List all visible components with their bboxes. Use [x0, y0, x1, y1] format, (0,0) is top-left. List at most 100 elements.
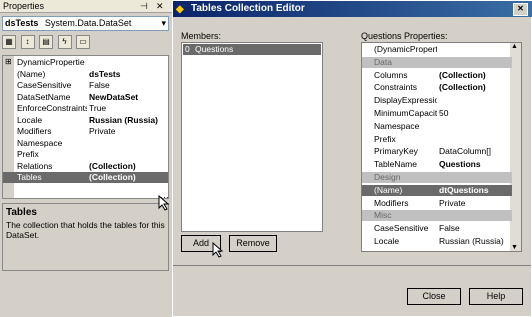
property-row[interactable]: Relations (Collection)	[3, 161, 168, 172]
property-value: 50	[439, 108, 449, 118]
property-name: Namespace	[17, 137, 63, 148]
separator	[173, 265, 531, 266]
description-text: The collection that holds the tables for…	[6, 220, 165, 240]
property-name: Columns	[374, 69, 408, 80]
members-label: Members:	[181, 31, 222, 41]
property-value: True	[89, 103, 107, 113]
property-name: Modifiers	[374, 197, 409, 208]
property-pages-icon[interactable]: ▭	[76, 35, 91, 49]
scroll-up-icon[interactable]: ▲	[511, 43, 518, 50]
close-icon[interactable]: ✕	[156, 0, 164, 13]
remove-button[interactable]: Remove	[229, 235, 277, 252]
property-value: dtQuestions	[439, 184, 489, 195]
list-item[interactable]: 0 Questions	[183, 44, 321, 55]
property-name: Relations	[17, 160, 53, 171]
properties-title: Properties	[3, 1, 45, 11]
property-name: (Name)	[374, 184, 403, 195]
property-row[interactable]: Prefix	[3, 149, 168, 160]
property-row[interactable]: Modifiers Private	[362, 198, 512, 209]
property-name: CaseSensitive	[17, 80, 72, 90]
property-row[interactable]: TableName Questions	[362, 159, 512, 170]
property-row[interactable]: CaseSensitive False	[3, 80, 168, 91]
help-button[interactable]: Help	[469, 288, 523, 305]
description-pane: Tables The collection that holds the tab…	[2, 203, 169, 271]
property-name: Modifiers	[17, 126, 52, 136]
property-name: EnforceConstraints	[17, 103, 87, 113]
property-row[interactable]: DisplayExpressio	[362, 95, 512, 106]
property-name: PrimaryKey	[374, 146, 418, 157]
property-name: Prefix	[374, 133, 396, 144]
property-value: Private	[89, 126, 116, 136]
category-label: Misc	[374, 210, 392, 221]
property-name: TableName	[374, 159, 417, 170]
property-row[interactable]: Tables (Collection)	[3, 172, 168, 183]
property-name: DisplayExpressio	[374, 95, 437, 106]
property-row[interactable]: Columns (Collection)	[362, 70, 512, 81]
property-row[interactable]: Locale Russian (Russia)	[3, 115, 168, 126]
property-row[interactable]: DynamicPropertie	[3, 57, 168, 68]
property-name: Tables	[17, 172, 42, 182]
property-name: CaseSensitive	[374, 223, 429, 234]
property-row[interactable]: Namespace	[3, 138, 168, 149]
property-grid: ⊞ DynamicPropertie (Name) dsTests CaseSensi…	[2, 55, 169, 199]
property-row[interactable]: CaseSensitive False	[362, 223, 512, 234]
close-button[interactable]: Close	[407, 288, 461, 305]
property-name: Locale	[17, 114, 43, 125]
questions-property-grid: ▲ ▼ (DynamicPropert Data Columns (Collectio…	[361, 42, 522, 252]
property-name: MinimumCapacity	[374, 108, 437, 118]
member-name: Questions	[195, 44, 234, 54]
dialog-title: Tables Collection Editor	[191, 3, 305, 14]
property-value: (Collection)	[89, 172, 136, 182]
property-name: (DynamicPropert	[374, 44, 437, 54]
property-value: NewDataSet	[89, 91, 139, 102]
property-row[interactable]: EnforceConstraints True	[3, 103, 168, 114]
category-label: Data	[374, 56, 392, 67]
category-row[interactable]: Data	[362, 56, 512, 68]
property-value: (Collection)	[439, 69, 486, 80]
property-row[interactable]: Prefix	[362, 134, 512, 145]
properties-icon[interactable]: ▤	[39, 35, 54, 49]
chevron-down-icon[interactable]: ▾	[161, 17, 166, 30]
property-value: Russian (Russia)	[89, 114, 158, 125]
members-list[interactable]: 0 Questions	[181, 42, 323, 232]
property-row[interactable]: (DynamicPropert	[362, 44, 512, 55]
properties-toolbar: ▦ ↕ ▤ ϟ ▭	[2, 35, 169, 52]
description-title: Tables	[6, 207, 37, 218]
alphabetical-icon[interactable]: ↕	[20, 35, 35, 49]
dialog-title-bar: ◆ Tables Collection Editor ✕	[173, 1, 532, 17]
mouse-cursor-icon	[158, 195, 170, 211]
property-row[interactable]: (Name) dsTests	[3, 69, 168, 80]
property-value: dsTests	[89, 68, 121, 79]
properties-title-bar: Properties ⊣ ✕	[0, 0, 172, 13]
property-row[interactable]: MinimumCapacity 50	[362, 108, 512, 119]
categorized-icon[interactable]: ▦	[2, 35, 16, 49]
object-type: System.Data.DataSet	[44, 18, 132, 28]
pin-icon[interactable]: ⊣	[140, 0, 148, 13]
property-row[interactable]: PrimaryKey DataColumn[]	[362, 146, 512, 157]
property-value: Russian (Russia)	[439, 236, 504, 246]
category-row[interactable]: Misc	[362, 210, 512, 222]
property-name: Locale	[374, 236, 400, 246]
properties-window: Properties ⊣ ✕ dsTests System.Data.DataS…	[0, 0, 172, 317]
property-row[interactable]: Namespace	[362, 121, 512, 132]
object-selector[interactable]: dsTests System.Data.DataSet ▾	[2, 16, 169, 31]
mouse-cursor-icon	[212, 242, 224, 258]
property-value: False	[439, 223, 460, 234]
property-name: DynamicPropertie	[17, 57, 85, 67]
property-name: Namespace	[374, 120, 420, 131]
property-row[interactable]: DataSetName NewDataSet	[3, 92, 168, 103]
events-icon[interactable]: ϟ	[57, 35, 72, 49]
category-row[interactable]: Design	[362, 172, 512, 183]
property-value: Private	[439, 197, 466, 208]
properties-label: Questions Properties:	[361, 31, 448, 41]
property-name: DataSetName	[17, 91, 71, 102]
tables-collection-editor: ◆ Tables Collection Editor ✕ Members: 0 …	[172, 0, 532, 317]
property-row[interactable]: Modifiers Private	[3, 126, 168, 137]
property-name: Constraints	[374, 82, 417, 93]
property-row[interactable]: Locale Russian (Russia)	[362, 236, 512, 247]
property-row[interactable]: (Name) dtQuestions	[362, 184, 512, 196]
dialog-close-icon[interactable]: ✕	[513, 3, 528, 16]
property-value: (Collection)	[89, 160, 136, 171]
property-value: False	[89, 80, 110, 90]
property-row[interactable]: Constraints (Collection)	[362, 82, 512, 93]
